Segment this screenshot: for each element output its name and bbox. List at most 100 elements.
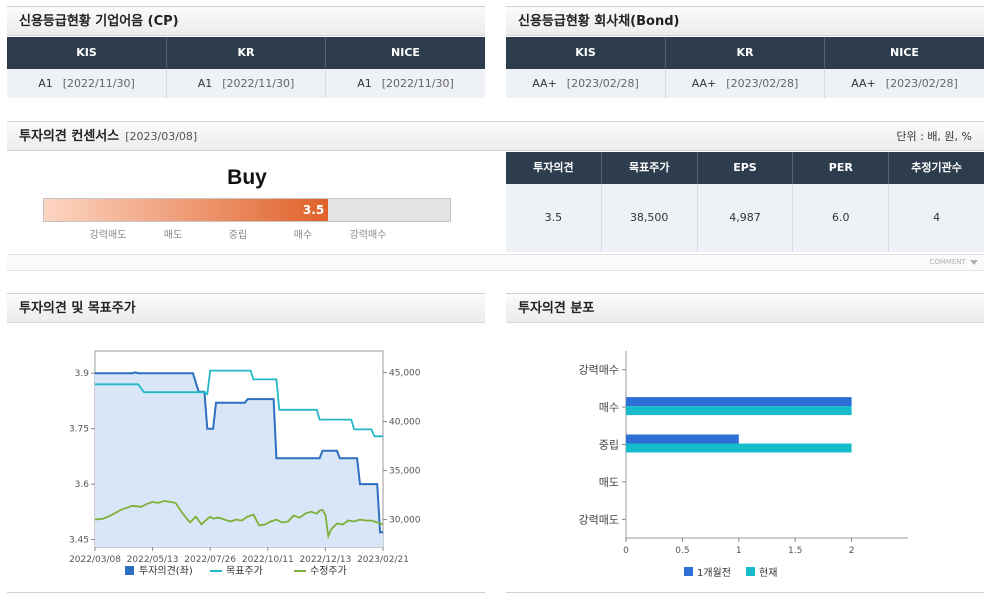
gauge-label-buy: 매수 [293, 230, 313, 241]
category-label: 중립 [599, 439, 619, 452]
rating-date: [2023/02/28] [726, 77, 799, 90]
cp-rating-panel: 신용등급현황 기업어음 (CP) KIS KR NICE A1 [2022/11/… [7, 6, 485, 98]
opinion-distribution-panel: 투자의견 분포 0 0.5 1 1.5 2 강력매수 매수 중립 매도 강력매도 1개월전 현재 [506, 293, 984, 593]
y-right-tick-label: 35,000 [389, 467, 421, 477]
x-tick-label: 0 [623, 546, 629, 556]
legend-swatch [125, 566, 134, 575]
bond-rating-panel: 신용등급현황 회사채(Bond) KIS KR NICE AA+ [2023/02… [506, 6, 984, 98]
y-left-tick-label: 3.45 [69, 536, 89, 546]
col-analyst-count: 추정기관수 [889, 152, 984, 184]
y-right-tick-label: 45,000 [389, 369, 421, 379]
cp-rating-header-row: KIS KR NICE [7, 37, 485, 69]
y-right-tick-label: 30,000 [389, 516, 421, 526]
consensus-panel: 투자의견 컨센서스 [2023/03/08] 단위 : 배, 원, % Buy 3… [7, 121, 984, 271]
cp-kis-cell: A1 [2022/11/30] [7, 69, 167, 98]
opinion-score: 3.5 [302, 203, 325, 217]
bond-col-kr: KR [666, 37, 825, 69]
x-tick-label: 2022/05/13 [127, 555, 179, 565]
gauge-label-neutral: 중립 [228, 230, 248, 241]
y-right-tick-label: 40,000 [389, 418, 421, 428]
cp-rating-title: 신용등급현황 기업어음 (CP) [7, 6, 485, 36]
category-label: 매수 [599, 401, 619, 414]
category-label: 강력매수 [579, 364, 619, 377]
comment-bar: COMMENT [7, 254, 984, 271]
y-left-tick-label: 3.75 [69, 425, 89, 435]
bond-col-kis: KIS [506, 37, 666, 69]
x-tick-label: 2 [849, 546, 855, 556]
bond-col-nice: NICE [825, 37, 984, 69]
opinion-label: Buy [227, 166, 267, 189]
y-left-tick-label: 3.9 [75, 369, 90, 379]
rating-date: [2022/11/30] [62, 77, 135, 90]
x-tick-label: 1 [736, 546, 742, 556]
consensus-date: [2023/03/08] [125, 130, 198, 143]
bond-rating-header-row: KIS KR NICE [506, 37, 984, 69]
per-value: 6.0 [793, 184, 890, 252]
x-tick-label: 2023/02/21 [357, 555, 409, 565]
cp-nice-cell: A1 [2022/11/30] [326, 69, 485, 98]
col-opinion: 투자의견 [506, 152, 602, 184]
rating-grade: A1 [38, 77, 53, 90]
bar-현재-중립 [626, 443, 852, 453]
rating-grade: A1 [357, 77, 372, 90]
bar-1개월전-중립 [626, 434, 739, 444]
consensus-header-row: 투자의견 목표주가 EPS PER 추정기관수 [506, 152, 984, 184]
rating-date: [2022/11/30] [222, 77, 295, 90]
x-tick-label: 1.5 [788, 546, 802, 556]
consensus-title: 투자의견 컨센서스 [19, 129, 120, 144]
bond-kr-cell: AA+ [2023/02/28] [666, 69, 825, 98]
analyst-count-value: 4 [889, 184, 984, 252]
comment-toggle[interactable]: COMMENT [929, 255, 978, 270]
rating-date: [2022/11/30] [381, 77, 454, 90]
bond-rating-title: 신용등급현황 회사채(Bond) [506, 6, 984, 36]
gauge-label-strong-sell: 강력매도 [89, 230, 127, 241]
rating-date: [2023/02/28] [566, 77, 639, 90]
consensus-value-row: 3.5 38,500 4,987 6.0 4 [506, 184, 984, 252]
cp-col-nice: NICE [326, 37, 485, 69]
cp-col-kr: KR [167, 37, 326, 69]
bar-현재-매수 [626, 406, 852, 416]
col-target-price: 목표주가 [601, 152, 698, 184]
cp-rating-value-row: A1 [2022/11/30] A1 [2022/11/30] A1 [2022/11… [7, 69, 485, 98]
rating-grade: AA+ [532, 77, 557, 90]
category-label: 매도 [599, 476, 619, 489]
category-label: 강력매도 [579, 513, 619, 526]
gauge-label-sell: 매도 [163, 230, 183, 241]
bond-rating-value-row: AA+ [2023/02/28] AA+ [2023/02/28] AA+ [2023… [506, 69, 984, 98]
cp-col-kis: KIS [7, 37, 167, 69]
opinion-gauge-fill: 3.5 [44, 199, 329, 221]
chevron-down-icon [970, 259, 978, 265]
opinion-distribution-chart: 0 0.5 1 1.5 2 강력매수매수중립매도강력매도 1개월전 현재 [579, 351, 908, 579]
unit-label: 단위 : 배, 원, % [896, 130, 972, 143]
consensus-header: 투자의견 컨센서스 [2023/03/08] 단위 : 배, 원, % [7, 121, 984, 151]
legend-label: 1개월전 [697, 567, 731, 579]
x-tick-label: 2022/03/08 [69, 555, 121, 565]
col-eps: EPS [697, 152, 794, 184]
bond-nice-cell: AA+ [2023/02/28] [825, 69, 984, 98]
x-tick-label: 2022/07/26 [184, 555, 236, 565]
x-tick-label: 2022/12/13 [299, 555, 351, 565]
rating-date: [2023/02/28] [885, 77, 958, 90]
legend-swatch [746, 567, 755, 576]
opinion-value: 3.5 [506, 184, 602, 252]
rating-grade: AA+ [691, 77, 717, 90]
legend-label: 목표주가 [226, 565, 263, 577]
rating-grade: AA+ [851, 77, 876, 90]
eps-value: 4,987 [697, 184, 794, 252]
legend-label: 현재 [759, 567, 777, 579]
legend-swatch [684, 567, 693, 576]
bar-1개월전-매수 [626, 397, 852, 407]
opinion-trend-chart: 3.9 3.75 3.6 3.45 45,000 40,000 35,000 30,000 20… [69, 350, 421, 577]
col-per: PER [793, 152, 890, 184]
x-tick-label: 2022/10/11 [242, 555, 294, 565]
opinion-trend-panel: 투자의견 및 목표주가 3.9 3.75 3.6 3.45 45,000 40,000 35… [7, 293, 485, 593]
y-left-tick-label: 3.6 [75, 480, 90, 490]
comment-label: COMMENT [929, 258, 966, 266]
legend-label: 투자의견(좌) [139, 565, 193, 577]
cp-kr-cell: A1 [2022/11/30] [167, 69, 326, 98]
gauge-label-strong-buy: 강력매수 [349, 230, 387, 241]
rating-grade: A1 [197, 77, 213, 90]
legend-label: 수정주가 [310, 565, 347, 577]
x-tick-label: 0.5 [675, 546, 689, 556]
bond-kis-cell: AA+ [2023/02/28] [506, 69, 666, 98]
